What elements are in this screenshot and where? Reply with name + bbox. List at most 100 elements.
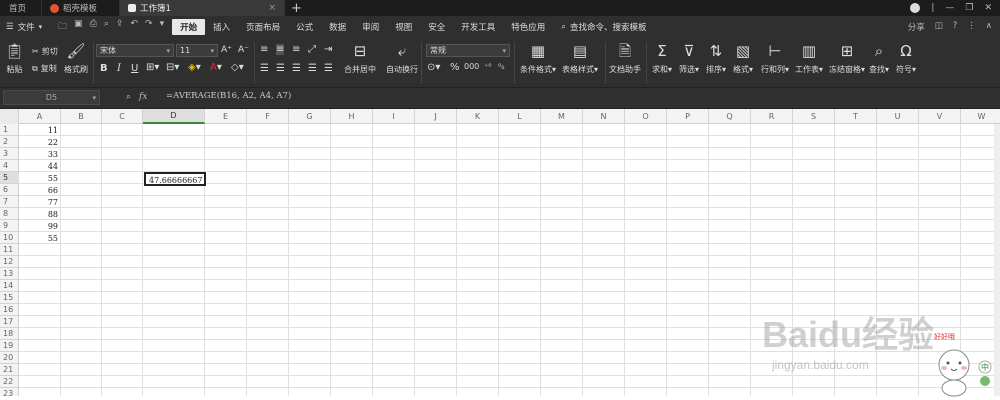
copy-button[interactable]: ⧉ 复制 xyxy=(32,63,57,74)
cell-a8[interactable]: 88 xyxy=(19,208,58,220)
share-button[interactable]: 分享 xyxy=(908,21,925,33)
column-header-u[interactable]: U xyxy=(877,109,919,124)
border-icon[interactable]: ⊞▾ xyxy=(146,62,159,73)
row-header-7[interactable]: 7 xyxy=(0,196,19,208)
row-header-10[interactable]: 10 xyxy=(0,232,19,244)
column-header-n[interactable]: N xyxy=(583,109,625,124)
column-header-q[interactable]: Q xyxy=(709,109,751,124)
tab-close-icon[interactable]: × xyxy=(268,3,276,13)
print-icon[interactable]: ⎙ xyxy=(90,19,97,35)
row-header-4[interactable]: 4 xyxy=(0,160,19,172)
user-avatar[interactable] xyxy=(910,3,921,13)
tab-templates[interactable]: 稻壳模板 xyxy=(42,0,120,16)
column-header-f[interactable]: F xyxy=(247,109,289,124)
menu-tab-data[interactable]: 数据 xyxy=(321,19,354,35)
print-preview-icon[interactable]: ⌕ xyxy=(104,19,109,35)
format-painter-button[interactable]: 🖌︎ 格式刷 xyxy=(64,42,88,75)
sum-button[interactable]: Σ 求和▾ xyxy=(652,42,672,75)
menu-tab-developer[interactable]: 开发工具 xyxy=(453,19,503,35)
cell-a4[interactable]: 44 xyxy=(19,160,58,172)
align-bottom-icon[interactable]: ≡ xyxy=(292,44,300,55)
row-header-17[interactable]: 17 xyxy=(0,316,19,328)
tab-workbook[interactable]: 工作簿1 × xyxy=(120,0,285,16)
table-style-button[interactable]: ▤ 表格样式▾ xyxy=(562,42,598,75)
italic-icon[interactable]: I xyxy=(117,63,121,74)
collapse-ribbon-icon[interactable]: ∧ xyxy=(986,21,992,33)
cell-a2[interactable]: 22 xyxy=(19,136,58,148)
row-header-1[interactable]: 1 xyxy=(0,124,19,136)
redo-icon[interactable]: ↷ xyxy=(145,19,153,35)
column-header-r[interactable]: R xyxy=(751,109,793,124)
row-header-12[interactable]: 12 xyxy=(0,256,19,268)
align-top-icon[interactable]: ≡ xyxy=(260,44,268,55)
column-header-j[interactable]: J xyxy=(415,109,457,124)
orientation-icon[interactable]: ⤢ xyxy=(308,44,316,55)
cell-a9[interactable]: 99 xyxy=(19,220,58,232)
row-header-11[interactable]: 11 xyxy=(0,244,19,256)
align-middle-icon[interactable]: ≡ xyxy=(276,44,285,55)
row-header-16[interactable]: 16 xyxy=(0,304,19,316)
cell-a3[interactable]: 33 xyxy=(19,148,58,160)
row-col-button[interactable]: ⊢ 行和列▾ xyxy=(761,42,789,75)
name-box[interactable]: D5 ▾ xyxy=(3,90,100,105)
format-button[interactable]: ▧ 格式▾ xyxy=(733,42,753,75)
fill-color-icon[interactable]: ◈▾ xyxy=(188,62,201,73)
increase-decimal-icon[interactable]: ⁺⁰ xyxy=(484,62,491,71)
row-header-18[interactable]: 18 xyxy=(0,328,19,340)
row-header-13[interactable]: 13 xyxy=(0,268,19,280)
clear-icon[interactable]: ◇▾ xyxy=(231,62,244,73)
menu-tab-features[interactable]: 特色应用 xyxy=(503,19,553,35)
row-header-15[interactable]: 15 xyxy=(0,292,19,304)
decrease-decimal-icon[interactable]: ⁰₀ xyxy=(498,62,504,71)
align-left-icon[interactable]: ☰ xyxy=(260,63,269,74)
paste-button[interactable]: 📋︎ 粘贴 xyxy=(5,42,24,75)
row-header-23[interactable]: 23 xyxy=(0,388,19,396)
column-header-s[interactable]: S xyxy=(793,109,835,124)
more-options-icon[interactable]: ⋮ xyxy=(967,21,976,33)
menu-tab-view[interactable]: 视图 xyxy=(387,19,420,35)
row-header-20[interactable]: 20 xyxy=(0,352,19,364)
indent-icon[interactable]: ⇥ xyxy=(324,44,332,55)
column-header-m[interactable]: M xyxy=(541,109,583,124)
skin-icon[interactable]: ◫ xyxy=(935,21,943,33)
column-header-k[interactable]: K xyxy=(457,109,499,124)
column-header-v[interactable]: V xyxy=(919,109,961,124)
cell-a7[interactable]: 77 xyxy=(19,196,58,208)
help-icon[interactable]: ? xyxy=(953,21,958,33)
menu-tab-page-layout[interactable]: 页面布局 xyxy=(238,19,288,35)
zoom-icon[interactable]: ⌕ xyxy=(126,92,131,102)
decrease-font-icon[interactable]: A⁻ xyxy=(238,45,249,55)
fx-icon[interactable]: fx xyxy=(139,92,147,102)
row-header-21[interactable]: 21 xyxy=(0,364,19,376)
column-header-d[interactable]: D xyxy=(143,109,205,124)
command-search[interactable]: ⌕ 查找命令、搜索模板 xyxy=(553,19,654,35)
close-window-icon[interactable]: ✕ xyxy=(984,3,992,13)
row-header-9[interactable]: 9 xyxy=(0,220,19,232)
underline-icon[interactable]: U xyxy=(131,63,138,74)
row-header-3[interactable]: 3 xyxy=(0,148,19,160)
menu-tab-formulas[interactable]: 公式 xyxy=(288,19,321,35)
column-header-w[interactable]: W xyxy=(961,109,1000,124)
column-header-h[interactable]: H xyxy=(331,109,373,124)
cell-a6[interactable]: 66 xyxy=(19,184,58,196)
column-header-e[interactable]: E xyxy=(205,109,247,124)
export-icon[interactable]: ⇪ xyxy=(116,19,124,35)
row-header-19[interactable]: 19 xyxy=(0,340,19,352)
column-header-i[interactable]: I xyxy=(373,109,415,124)
currency-icon[interactable]: ⊙▾ xyxy=(427,62,440,73)
sort-button[interactable]: ⇅ 排序▾ xyxy=(706,42,726,75)
font-color-icon[interactable]: A▾ xyxy=(210,62,222,73)
row-header-2[interactable]: 2 xyxy=(0,136,19,148)
find-button[interactable]: ⌕ 查找▾ xyxy=(869,42,889,75)
percent-icon[interactable]: % xyxy=(450,62,460,73)
select-all-corner[interactable] xyxy=(0,109,19,124)
doc-helper-button[interactable]: 🗎︎ 文档助手 xyxy=(609,42,641,75)
thousands-icon[interactable]: 000 xyxy=(464,62,479,71)
menu-tab-review[interactable]: 审阅 xyxy=(354,19,387,35)
cell-a10[interactable]: 55 xyxy=(19,232,58,244)
cell-fill-pattern-icon[interactable]: ⊟▾ xyxy=(166,62,179,73)
vertical-scrollbar[interactable] xyxy=(994,124,1000,396)
formula-input[interactable]: =AVERAGE(B16, A2, A4, A7) xyxy=(166,91,291,101)
column-header-l[interactable]: L xyxy=(499,109,541,124)
worksheet-button[interactable]: ▥ 工作表▾ xyxy=(795,42,823,75)
